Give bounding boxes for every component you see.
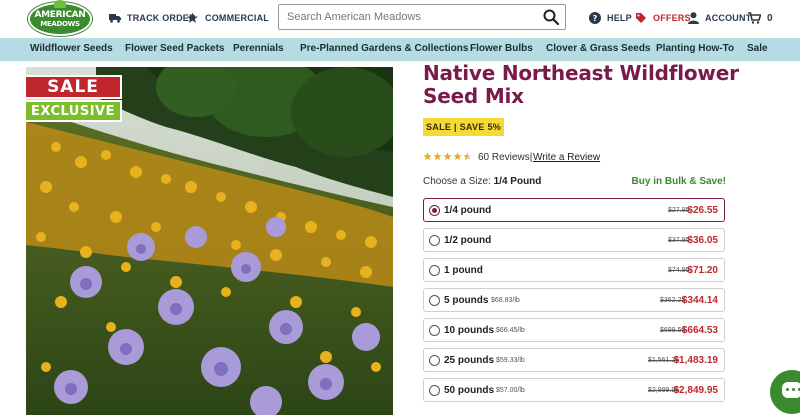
review-separator: | xyxy=(529,152,533,163)
radio-button[interactable] xyxy=(429,265,440,276)
star-icon xyxy=(423,152,432,161)
size-option[interactable]: 1/4 pound $27.95 $26.55 xyxy=(423,198,725,222)
size-option[interactable]: 5 pounds $68.83/lb $362.25 $344.14 xyxy=(423,288,725,312)
option-unit-price: $66.45/lb xyxy=(496,327,525,334)
american-meadows-logo[interactable]: AMERICAN MEADOWS xyxy=(28,0,92,36)
help-circle-icon: ? xyxy=(589,12,601,24)
tag-icon xyxy=(636,13,646,23)
top-header: AMERICAN MEADOWS TRACK ORDER COMMERCIAL … xyxy=(0,0,800,38)
truck-icon xyxy=(109,14,121,23)
option-unit-price: $59.33/lb xyxy=(496,357,525,364)
cart-count: 0 xyxy=(767,12,773,24)
option-price: $71.20 xyxy=(687,265,718,276)
nav-perennials[interactable]: Perennials xyxy=(233,43,284,54)
nav-sale[interactable]: Sale xyxy=(747,43,768,54)
radio-button[interactable] xyxy=(429,385,440,396)
nav-planting-how-to[interactable]: Planting How-To xyxy=(656,43,734,54)
logo-line1: AMERICAN xyxy=(34,10,86,20)
star-icon xyxy=(433,152,442,161)
option-price: $344.14 xyxy=(681,295,718,306)
option-label: 1 pound xyxy=(444,265,483,276)
commercial-label: COMMERCIAL xyxy=(205,13,269,23)
size-option[interactable]: 25 pounds $59.33/lb $1,561.25 $1,483.19 xyxy=(423,348,725,372)
option-label: 10 pounds xyxy=(444,325,495,336)
account-label: ACCOUNT xyxy=(705,13,752,23)
option-price: $36.05 xyxy=(687,235,718,246)
nav-flower-bulbs[interactable]: Flower Bulbs xyxy=(470,43,533,54)
nav-flower-seed-packets[interactable]: Flower Seed Packets xyxy=(125,43,225,54)
radio-button[interactable] xyxy=(429,295,440,306)
star-icon xyxy=(187,12,198,23)
radio-button[interactable] xyxy=(429,205,440,216)
search-icon[interactable] xyxy=(543,9,559,25)
track-order-link[interactable]: TRACK ORDER xyxy=(109,10,196,26)
option-price: $1,483.19 xyxy=(673,355,719,366)
bulk-savings-link[interactable]: Buy in Bulk & Save! xyxy=(632,176,726,187)
review-count[interactable]: 60 Reviews| xyxy=(478,152,532,163)
chat-button[interactable] xyxy=(770,370,800,414)
option-label: 50 pounds xyxy=(444,385,495,396)
radio-button[interactable] xyxy=(429,355,440,366)
size-label-text: Choose a Size: xyxy=(423,176,491,187)
chat-dots xyxy=(786,388,800,391)
account-link[interactable]: ACCOUNT xyxy=(688,10,751,26)
option-price: $26.55 xyxy=(687,205,718,216)
size-option[interactable]: 10 pounds $66.45/lb $699.50 $664.53 xyxy=(423,318,725,342)
nav-clover-grass-seeds[interactable]: Clover & Grass Seeds xyxy=(546,43,651,54)
option-price: $2,849.95 xyxy=(673,385,719,396)
offers-label: OFFERS xyxy=(653,13,691,23)
cart-icon xyxy=(748,12,761,24)
search-box xyxy=(278,4,566,30)
option-old-price: $27.95 xyxy=(668,207,690,214)
size-selected: 1/4 Pound xyxy=(493,176,542,187)
svg-text:?: ? xyxy=(593,14,598,23)
radio-button[interactable] xyxy=(429,325,440,336)
logo-line2: MEADOWS xyxy=(40,20,80,28)
star-half-icon xyxy=(463,152,472,161)
nav-pre-planned-gardens[interactable]: Pre-Planned Gardens & Collections xyxy=(300,43,468,54)
star-rating[interactable] xyxy=(423,152,472,161)
offers-link[interactable]: OFFERS xyxy=(635,10,691,26)
sale-tag: SALE xyxy=(26,75,122,99)
sale-badge: SALE | SAVE 5% xyxy=(423,118,505,136)
nav-wildflower-seeds[interactable]: Wildflower Seeds xyxy=(30,43,113,54)
help-link[interactable]: ? HELP xyxy=(589,10,632,26)
category-nav: Wildflower Seeds Flower Seed Packets Per… xyxy=(0,38,800,61)
commercial-link[interactable]: COMMERCIAL xyxy=(186,10,269,26)
option-old-price: $74.95 xyxy=(668,267,690,274)
size-label: Choose a Size: 1/4 Pound xyxy=(423,176,541,187)
cart-link[interactable]: 0 xyxy=(748,10,773,26)
write-review-link[interactable]: Write a Review xyxy=(533,152,600,163)
size-option[interactable]: 1 pound $74.95 $71.20 xyxy=(423,258,725,282)
size-option[interactable]: 50 pounds $57.00/lb $2,999.95 $2,849.95 xyxy=(423,378,725,402)
star-icon xyxy=(453,152,462,161)
option-unit-price: $68.83/lb xyxy=(491,297,520,304)
review-count-text: 60 Reviews xyxy=(478,152,530,163)
option-label: 5 pounds xyxy=(444,295,489,306)
option-label: 25 pounds xyxy=(444,355,495,366)
product-image[interactable]: SALE EXCLUSIVE xyxy=(26,67,393,415)
help-label: HELP xyxy=(607,13,632,23)
search-input[interactable] xyxy=(279,5,529,29)
option-price: $664.53 xyxy=(681,325,718,336)
exclusive-tag: EXCLUSIVE xyxy=(26,100,122,122)
option-unit-price: $57.00/lb xyxy=(496,387,525,394)
option-old-price: $37.95 xyxy=(668,237,690,244)
size-option[interactable]: 1/2 pound $37.95 $36.05 xyxy=(423,228,725,252)
option-label: 1/2 pound xyxy=(444,235,492,246)
user-icon xyxy=(688,12,699,24)
star-icon xyxy=(443,152,452,161)
leaf-icon xyxy=(54,0,66,8)
option-label: 1/4 pound xyxy=(444,205,492,216)
product-title: Native Northeast Wildflower Seed Mix xyxy=(423,61,739,108)
radio-button[interactable] xyxy=(429,235,440,246)
